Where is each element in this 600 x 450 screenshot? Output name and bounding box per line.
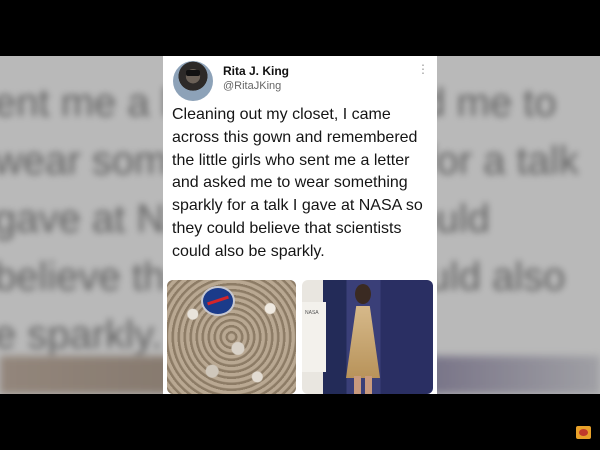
tweet-text: Cleaning out my closet, I came across th… [172, 106, 423, 260]
speaker-on-stage-photo[interactable]: NASA [302, 280, 433, 394]
letterbox-top [0, 0, 600, 56]
sequin-fabric-photo[interactable] [167, 280, 296, 394]
speaker-legs [354, 376, 372, 394]
author-name[interactable]: Rita J. King [223, 64, 289, 78]
avatar[interactable] [173, 61, 213, 101]
nasa-sign-text: NASA [305, 310, 319, 316]
tweet-card: Rita J. King @RitaJKing ⋮ Cleaning out m… [163, 56, 437, 394]
more-options-icon[interactable]: ⋮ [417, 62, 429, 76]
letterbox-bottom [0, 394, 600, 450]
channel-logo-icon[interactable] [576, 426, 591, 439]
speaker-head [355, 284, 371, 304]
sparkly-gown [346, 306, 380, 378]
author-handle[interactable]: @RitaJKing [223, 80, 281, 92]
nasa-logo-icon [201, 286, 235, 316]
